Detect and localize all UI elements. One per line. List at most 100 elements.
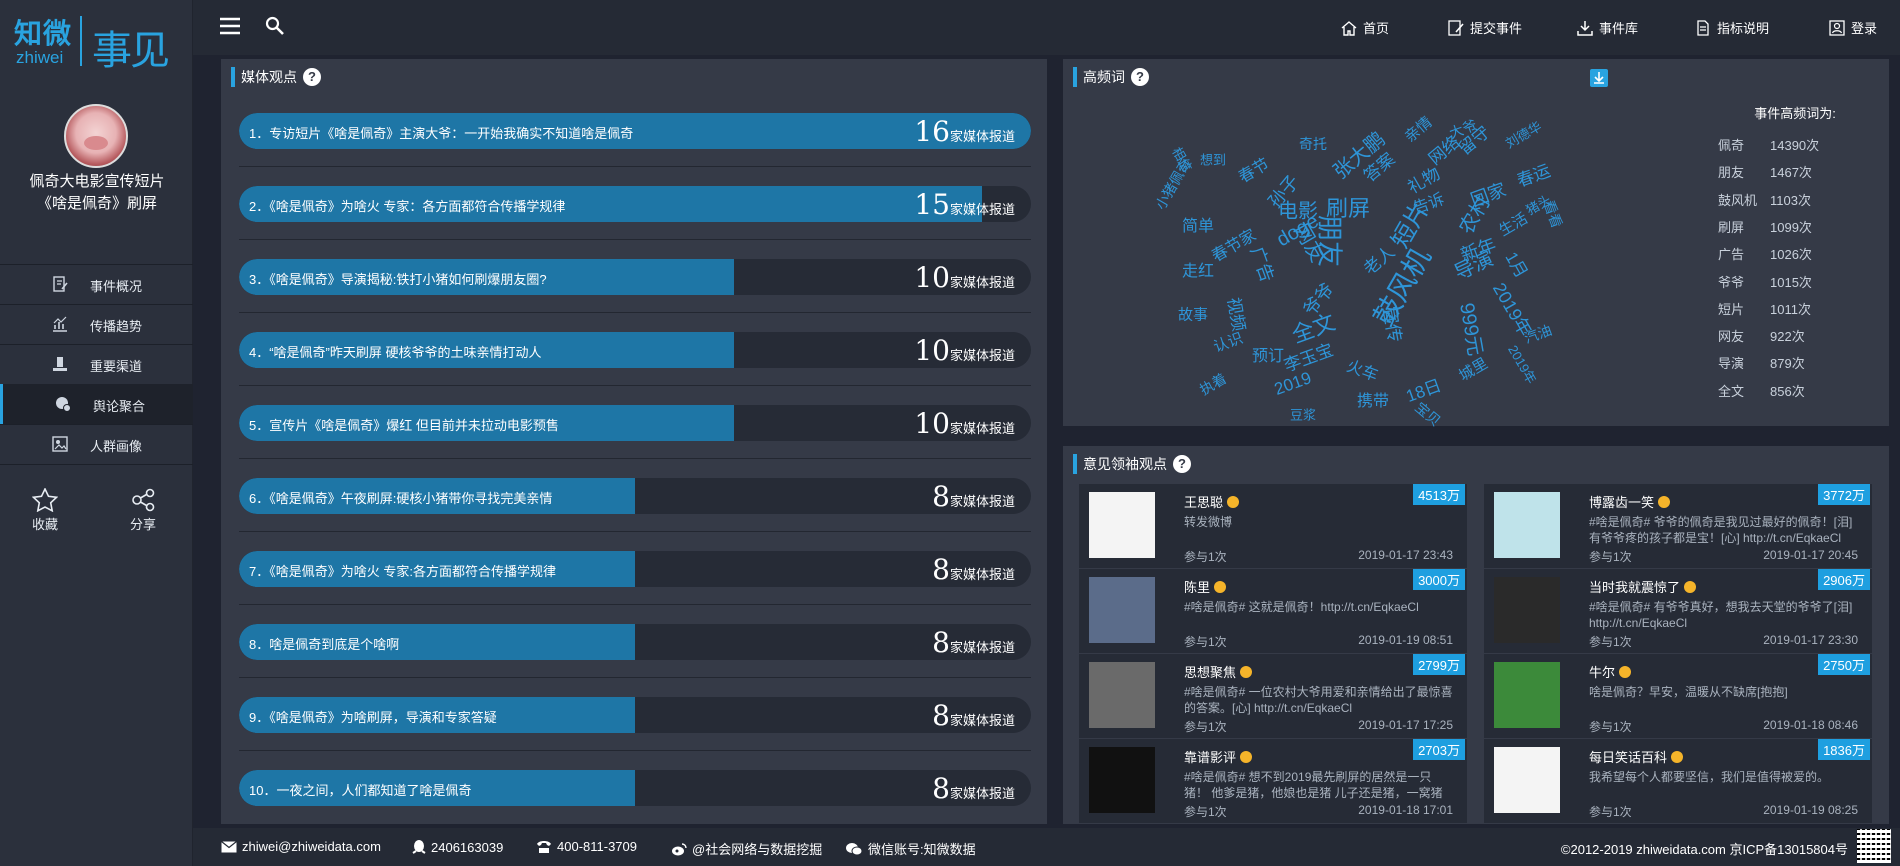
- kol-avatar[interactable]: [1089, 492, 1155, 558]
- kol-avatar[interactable]: [1494, 747, 1560, 813]
- media-report-title[interactable]: 6．《啥是佩奇》午夜刷屏:硬核小猪带你寻找完美亲情: [249, 488, 552, 507]
- sidebar-item-crowd-portrait[interactable]: 人群画像: [0, 424, 193, 464]
- cloud-word[interactable]: 走红: [1182, 257, 1214, 281]
- collect-button[interactable]: 收藏: [20, 488, 70, 533]
- kol-avatar[interactable]: [1089, 662, 1155, 728]
- cloud-word[interactable]: 刷屏: [1326, 191, 1370, 223]
- kol-avatar[interactable]: [1494, 662, 1560, 728]
- media-report-row[interactable]: 9．《啥是佩奇》为啥刷屏，导演和专家答疑 8家媒体报道: [239, 697, 1031, 733]
- media-report-row[interactable]: 3．《啥是佩奇》导演揭秘:铁打小猪如何刷爆朋友圈? 10家媒体报道: [239, 259, 1031, 295]
- kol-card[interactable]: 博露齿一笑 3772万 #啥是佩奇# 爷爷的佩奇是我见过最好的佩奇！[泪]有爷爷疼的…: [1484, 484, 1872, 568]
- kol-post-text: #啥是佩奇# 一位农村大爷用爱和亲情给出了最惊喜的答案。[心] http://t…: [1184, 685, 1453, 715]
- kol-card[interactable]: 思想聚焦 2799万 #啥是佩奇# 一位农村大爷用爱和亲情给出了最惊喜的答案。[心]…: [1079, 654, 1467, 738]
- media-report-row[interactable]: 4．“啥是佩奇”昨天刷屏 硬核爷爷的土味亲情打动人 10家媒体报道: [239, 332, 1031, 368]
- kol-card[interactable]: 王思聪 4513万 转发微博 参与1次 2019-01-17 23:43: [1079, 484, 1467, 568]
- cloud-word[interactable]: 刘德华: [1501, 116, 1544, 152]
- cloud-word[interactable]: 回家: [1467, 176, 1510, 213]
- media-report-title[interactable]: 10．一夜之间，人们都知道了啥是佩奇: [249, 780, 471, 799]
- cloud-word[interactable]: 城里: [1455, 352, 1491, 385]
- kol-post-time: 2019-01-17 20:45: [1763, 548, 1858, 562]
- nav-home[interactable]: 首页: [1341, 18, 1389, 37]
- cloud-word[interactable]: 认识: [1210, 327, 1245, 357]
- media-report-row[interactable]: 7．《啥是佩奇》为啥火 专家:各方面都符合传播学规律 8家媒体报道: [239, 551, 1031, 587]
- kol-card[interactable]: 当时我就震惊了 2906万 #啥是佩奇# 有爷爷真好，想我去天堂的爷爷了[泪] ht…: [1484, 569, 1872, 653]
- media-report-row[interactable]: 6．《啥是佩奇》午夜刷屏:硬核小猪带你寻找完美亲情 8家媒体报道: [239, 478, 1031, 514]
- media-report-title[interactable]: 2．《啥是佩奇》为啥火 专家：各方面都符合传播学规律: [249, 196, 565, 215]
- media-report-title[interactable]: 3．《啥是佩奇》导演揭秘:铁打小猪如何刷爆朋友圈?: [249, 269, 547, 288]
- cloud-word[interactable]: 999元: [1454, 300, 1492, 358]
- media-report-title[interactable]: 1．专访短片《啥是佩奇》主演大爷：一开始我确实不知道啥是佩奇: [249, 123, 633, 142]
- kol-avatar[interactable]: [1089, 577, 1155, 643]
- help-icon[interactable]: ?: [1173, 455, 1191, 473]
- cloud-word[interactable]: 携带: [1357, 387, 1389, 411]
- sidebar-item-opinion-aggregation[interactable]: 舆论聚合: [0, 384, 193, 424]
- media-report-title[interactable]: 7．《啥是佩奇》为啥火 专家:各方面都符合传播学规律: [249, 561, 556, 580]
- media-report-row[interactable]: 10．一夜之间，人们都知道了啥是佩奇 8家媒体报道: [239, 770, 1031, 806]
- cloud-word[interactable]: 预订: [1252, 342, 1284, 366]
- share-button[interactable]: 分享: [118, 488, 168, 533]
- cloud-word[interactable]: 春运: [1513, 156, 1554, 191]
- footer-weibo[interactable]: @社会网络与数据挖掘: [671, 839, 822, 858]
- cloud-word[interactable]: 1月: [1501, 246, 1536, 281]
- kol-card[interactable]: 每日笑话百科 1836万 我希望每个人都要坚信，我们是值得被爱的。 参与1次 2019-…: [1484, 739, 1872, 823]
- kol-name[interactable]: 牛尔: [1589, 662, 1632, 681]
- sidebar-item-key-channels[interactable]: 重要渠道: [0, 344, 193, 384]
- media-report-row[interactable]: 1．专访短片《啥是佩奇》主演大爷：一开始我确实不知道啥是佩奇 16家媒体报道: [239, 113, 1031, 149]
- sidebar-item-spread-trend[interactable]: 传播趋势: [0, 304, 193, 344]
- kol-post-time: 2019-01-17 17:25: [1358, 718, 1453, 732]
- cloud-word[interactable]: 春节: [1233, 151, 1273, 188]
- nav-submit-event[interactable]: 提交事件: [1448, 18, 1522, 37]
- nav-divider: [0, 464, 193, 465]
- kol-avatar[interactable]: [1494, 492, 1560, 558]
- kol-avatar[interactable]: [1089, 747, 1155, 813]
- sidebar-item-event-overview[interactable]: 事件概况: [0, 264, 193, 304]
- report-count-suffix: 家媒体报道: [949, 786, 1015, 801]
- media-report-title[interactable]: 9．《啥是佩奇》为啥刷屏，导演和专家答疑: [249, 707, 497, 726]
- help-icon[interactable]: ?: [303, 68, 321, 86]
- kol-name[interactable]: 当时我就震惊了: [1589, 577, 1697, 596]
- nav-event-library[interactable]: 事件库: [1577, 18, 1638, 37]
- media-report-row[interactable]: 2．《啥是佩奇》为啥火 专家：各方面都符合传播学规律 15家媒体报道: [239, 186, 1031, 222]
- kol-avatar[interactable]: [1494, 577, 1560, 643]
- cloud-word[interactable]: 简单: [1182, 212, 1214, 236]
- cloud-word[interactable]: 2019年: [1504, 341, 1541, 387]
- verified-badge-icon: [1619, 665, 1632, 678]
- download-tray-icon: [1577, 20, 1593, 36]
- cloud-word[interactable]: 想到: [1200, 150, 1226, 169]
- media-report-title[interactable]: 4．“啥是佩奇”昨天刷屏 硬核爷爷的土味亲情打动人: [249, 342, 542, 361]
- footer-qq[interactable]: 2406163039: [412, 839, 503, 855]
- kol-card[interactable]: 陈里 3000万 #啥是佩奇# 这就是佩奇！http://t.cn/EqkaeCl 参…: [1079, 569, 1467, 653]
- cloud-word[interactable]: 奇托: [1299, 134, 1327, 154]
- zhiwei-logo[interactable]: 知微 zhiwei 事见: [14, 12, 184, 74]
- kol-name[interactable]: 思想聚焦: [1184, 662, 1253, 681]
- kol-name[interactable]: 王思聪: [1184, 492, 1240, 511]
- nav-metric-guide[interactable]: 指标说明: [1695, 18, 1769, 37]
- footer-wechat[interactable]: 微信账号:知微数据: [845, 839, 976, 858]
- cloud-word[interactable]: 火车: [1344, 352, 1382, 386]
- kol-card[interactable]: 牛尔 2750万 啥是佩奇？早安，温暖从不缺席[抱抱] 参与1次 2019-01-18 …: [1484, 654, 1872, 738]
- help-icon[interactable]: ?: [1131, 68, 1149, 86]
- download-icon[interactable]: [1590, 69, 1608, 87]
- report-count-suffix: 家媒体报道: [949, 713, 1015, 728]
- cloud-word[interactable]: 生活: [1495, 207, 1531, 240]
- cloud-word[interactable]: 故事: [1178, 304, 1208, 325]
- kol-name[interactable]: 靠谱影评: [1184, 747, 1253, 766]
- kol-name[interactable]: 博露齿一笑: [1589, 492, 1671, 511]
- menu-icon[interactable]: [220, 16, 240, 36]
- cloud-word[interactable]: 豆浆: [1290, 405, 1316, 424]
- media-report-row[interactable]: 8．啥是佩奇到底是个啥啊 8家媒体报道: [239, 624, 1031, 660]
- footer-email[interactable]: zhiwei@zhiweidata.com: [221, 839, 381, 854]
- search-icon[interactable]: [265, 16, 285, 36]
- cloud-word[interactable]: 2019: [1272, 368, 1314, 400]
- media-report-title[interactable]: 8．啥是佩奇到底是个啥啊: [249, 634, 399, 653]
- nav-login[interactable]: 登录: [1829, 18, 1877, 37]
- cloud-word[interactable]: 广告: [1245, 243, 1282, 286]
- footer-phone[interactable]: 400-811-3709: [536, 839, 637, 854]
- media-report-title[interactable]: 5．宣传片《啥是佩奇》爆红 但目前并未拉动电影预售: [249, 415, 559, 434]
- media-report-row[interactable]: 5．宣传片《啥是佩奇》爆红 但目前并未拉动电影预售 10家媒体报道: [239, 405, 1031, 441]
- kol-name[interactable]: 陈里: [1184, 577, 1227, 596]
- kol-name[interactable]: 每日笑话百科: [1589, 747, 1684, 766]
- document-edit-icon: [53, 276, 68, 292]
- kol-card[interactable]: 靠谱影评 2703万 #啥是佩奇# 想不到2019最先刷屏的居然是一只猪！ 他爹是猪…: [1079, 739, 1467, 823]
- cloud-word[interactable]: 执着: [1196, 368, 1230, 399]
